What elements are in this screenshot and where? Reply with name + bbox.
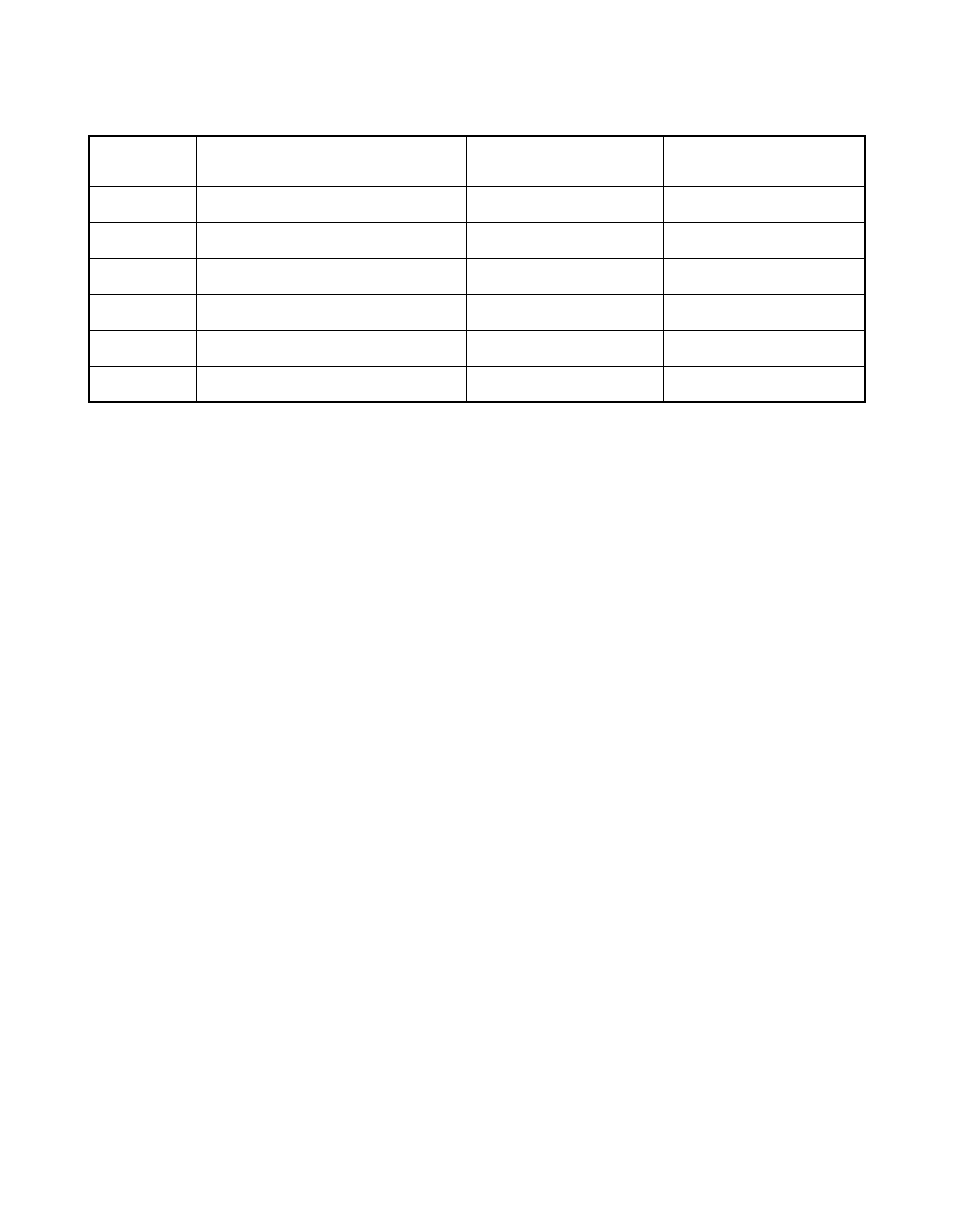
table-cell [89,330,197,366]
table-container [88,135,866,403]
table-cell [664,366,866,402]
table-row [89,258,865,294]
table-cell [664,330,866,366]
table-cell [664,186,866,222]
table-cell [664,222,866,258]
header-cell [89,136,197,186]
table-cell [89,294,197,330]
table-cell [466,330,663,366]
table-cell [89,366,197,402]
table-cell [89,186,197,222]
header-cell [197,136,466,186]
table-row [89,366,865,402]
table-row [89,330,865,366]
table-cell [466,294,663,330]
table-cell [197,222,466,258]
table-cell [664,258,866,294]
table-header-row [89,136,865,186]
data-table [88,135,866,403]
table-cell [89,222,197,258]
table-cell [197,186,466,222]
table-row [89,186,865,222]
table-cell [197,366,466,402]
table-cell [466,366,663,402]
table-cell [197,258,466,294]
table-cell [197,330,466,366]
header-cell [466,136,663,186]
table-cell [466,186,663,222]
header-cell [664,136,866,186]
table-cell [466,258,663,294]
table-cell [197,294,466,330]
table-cell [89,258,197,294]
table-row [89,294,865,330]
table-row [89,222,865,258]
table-cell [664,294,866,330]
table-cell [466,222,663,258]
